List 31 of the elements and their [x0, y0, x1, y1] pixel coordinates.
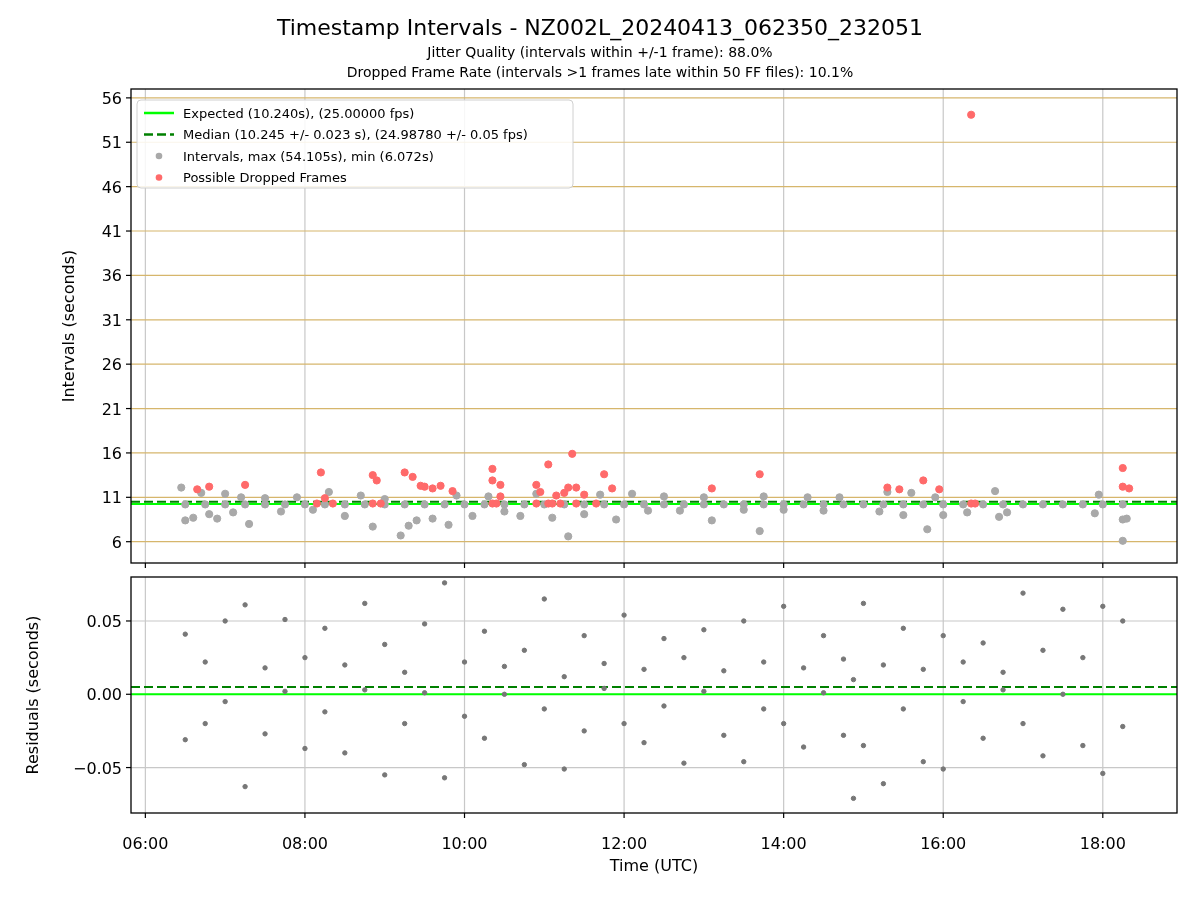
y-tick-label: 0.00 [86, 685, 122, 705]
x-tick-label: 06:00 [122, 834, 169, 853]
x-tick-label: 18:00 [1079, 834, 1126, 853]
y-axis-label: Intervals (seconds) [59, 249, 78, 403]
y-tick-label: 41 [101, 222, 122, 241]
y-tick-label: 56 [101, 88, 122, 108]
figure-subtitle: Dropped Frame Rate (intervals >1 frames late within 50 FF files): 10.1% [346, 63, 854, 82]
y-tick-label: −0.05 [72, 758, 122, 778]
x-tick-label: 16:00 [920, 834, 967, 853]
y-tick-label: 36 [101, 266, 122, 286]
y-axis-label: Residuals (seconds) [23, 615, 42, 775]
y-tick-label: 11 [101, 488, 122, 508]
y-tick-label: 46 [101, 177, 122, 197]
y-tick-label: 51 [101, 133, 122, 153]
figure-subtitle: Jitter Quality (intervals within +/-1 frame): 88.0% [427, 43, 773, 62]
y-tick-label: 26 [101, 355, 122, 375]
legend-label: Possible Dropped Frames [183, 170, 347, 185]
x-tick-label: 12:00 [601, 834, 648, 853]
figure-title: Timestamp Intervals - NZ002L_20240413_062350_232051 [276, 14, 924, 42]
legend-label: Median (10.245 +/- 0.023 s), (24.98780 +/- 0.05 fps) [183, 127, 528, 142]
legend-label: Expected (10.240s), (25.00000 fps) [183, 105, 415, 121]
y-tick-label: 16 [101, 443, 122, 463]
x-axis-label: Time (UTC) [609, 856, 699, 875]
y-tick-label: 0.05 [86, 612, 122, 631]
x-tick-label: 10:00 [441, 834, 488, 853]
y-tick-label: 31 [101, 310, 122, 330]
y-tick-label: 6 [111, 532, 122, 552]
x-tick-label: 08:00 [281, 834, 328, 853]
legend-label: Intervals, max (54.105s), min (6.072s) [183, 148, 434, 164]
x-tick-label: 14:00 [760, 834, 807, 853]
y-tick-label: 21 [101, 399, 122, 419]
